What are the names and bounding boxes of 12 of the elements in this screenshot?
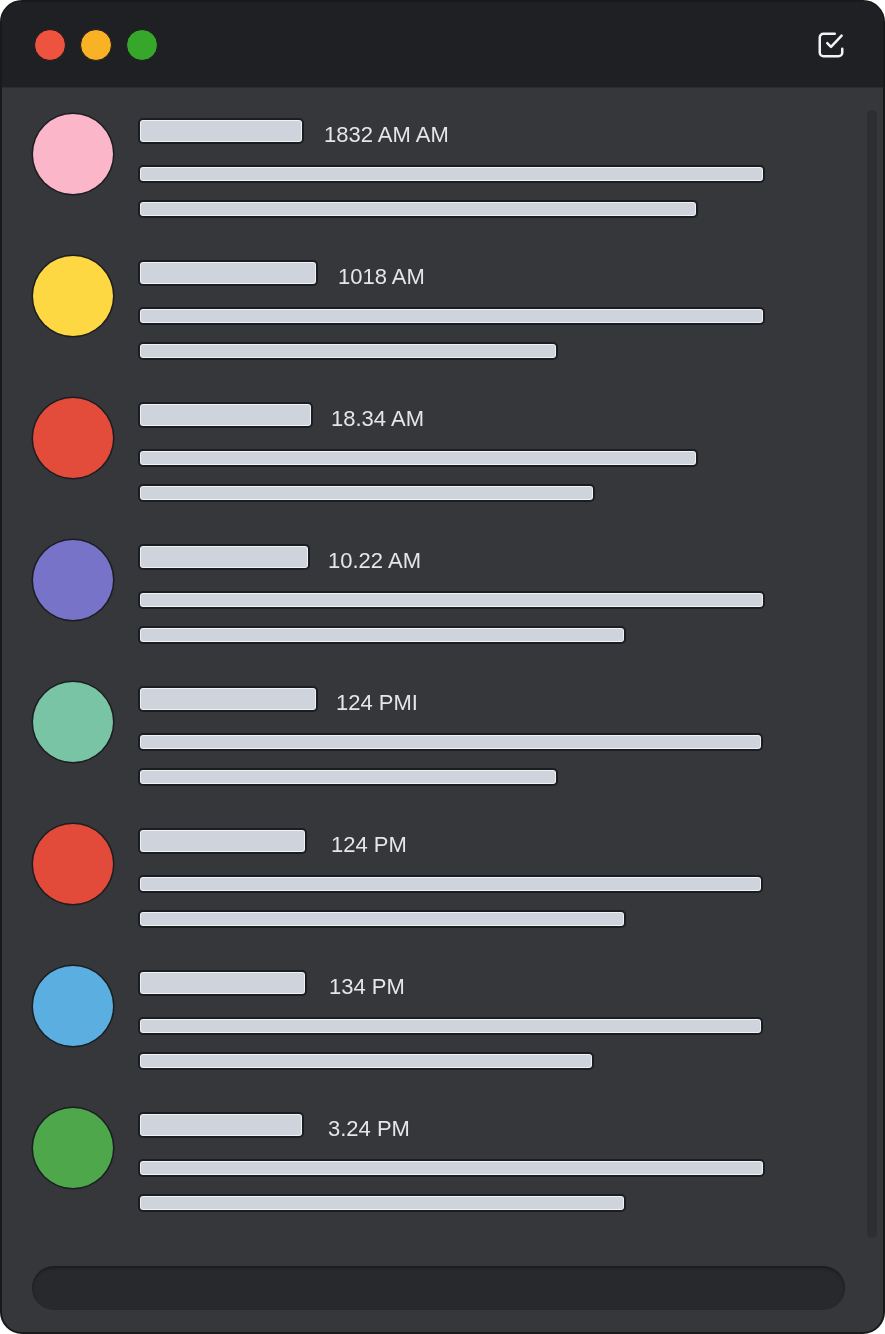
message-time: 10.22 AM (328, 548, 421, 574)
zoom-button[interactable] (126, 28, 158, 61)
message-time: 3.24 PM (328, 1116, 410, 1142)
message-time: 1832 AM AM (324, 122, 449, 148)
message-time: 124 PMI (336, 690, 418, 716)
message-time: 1018 AM (338, 264, 425, 290)
message-input-field[interactable] (32, 1266, 845, 1310)
minimize-button[interactable] (80, 28, 112, 61)
message-time: 124 PM (331, 832, 407, 858)
message-time: 134 PM (329, 974, 405, 1000)
message-time: 18.34 AM (331, 406, 424, 432)
close-button[interactable] (34, 28, 66, 61)
